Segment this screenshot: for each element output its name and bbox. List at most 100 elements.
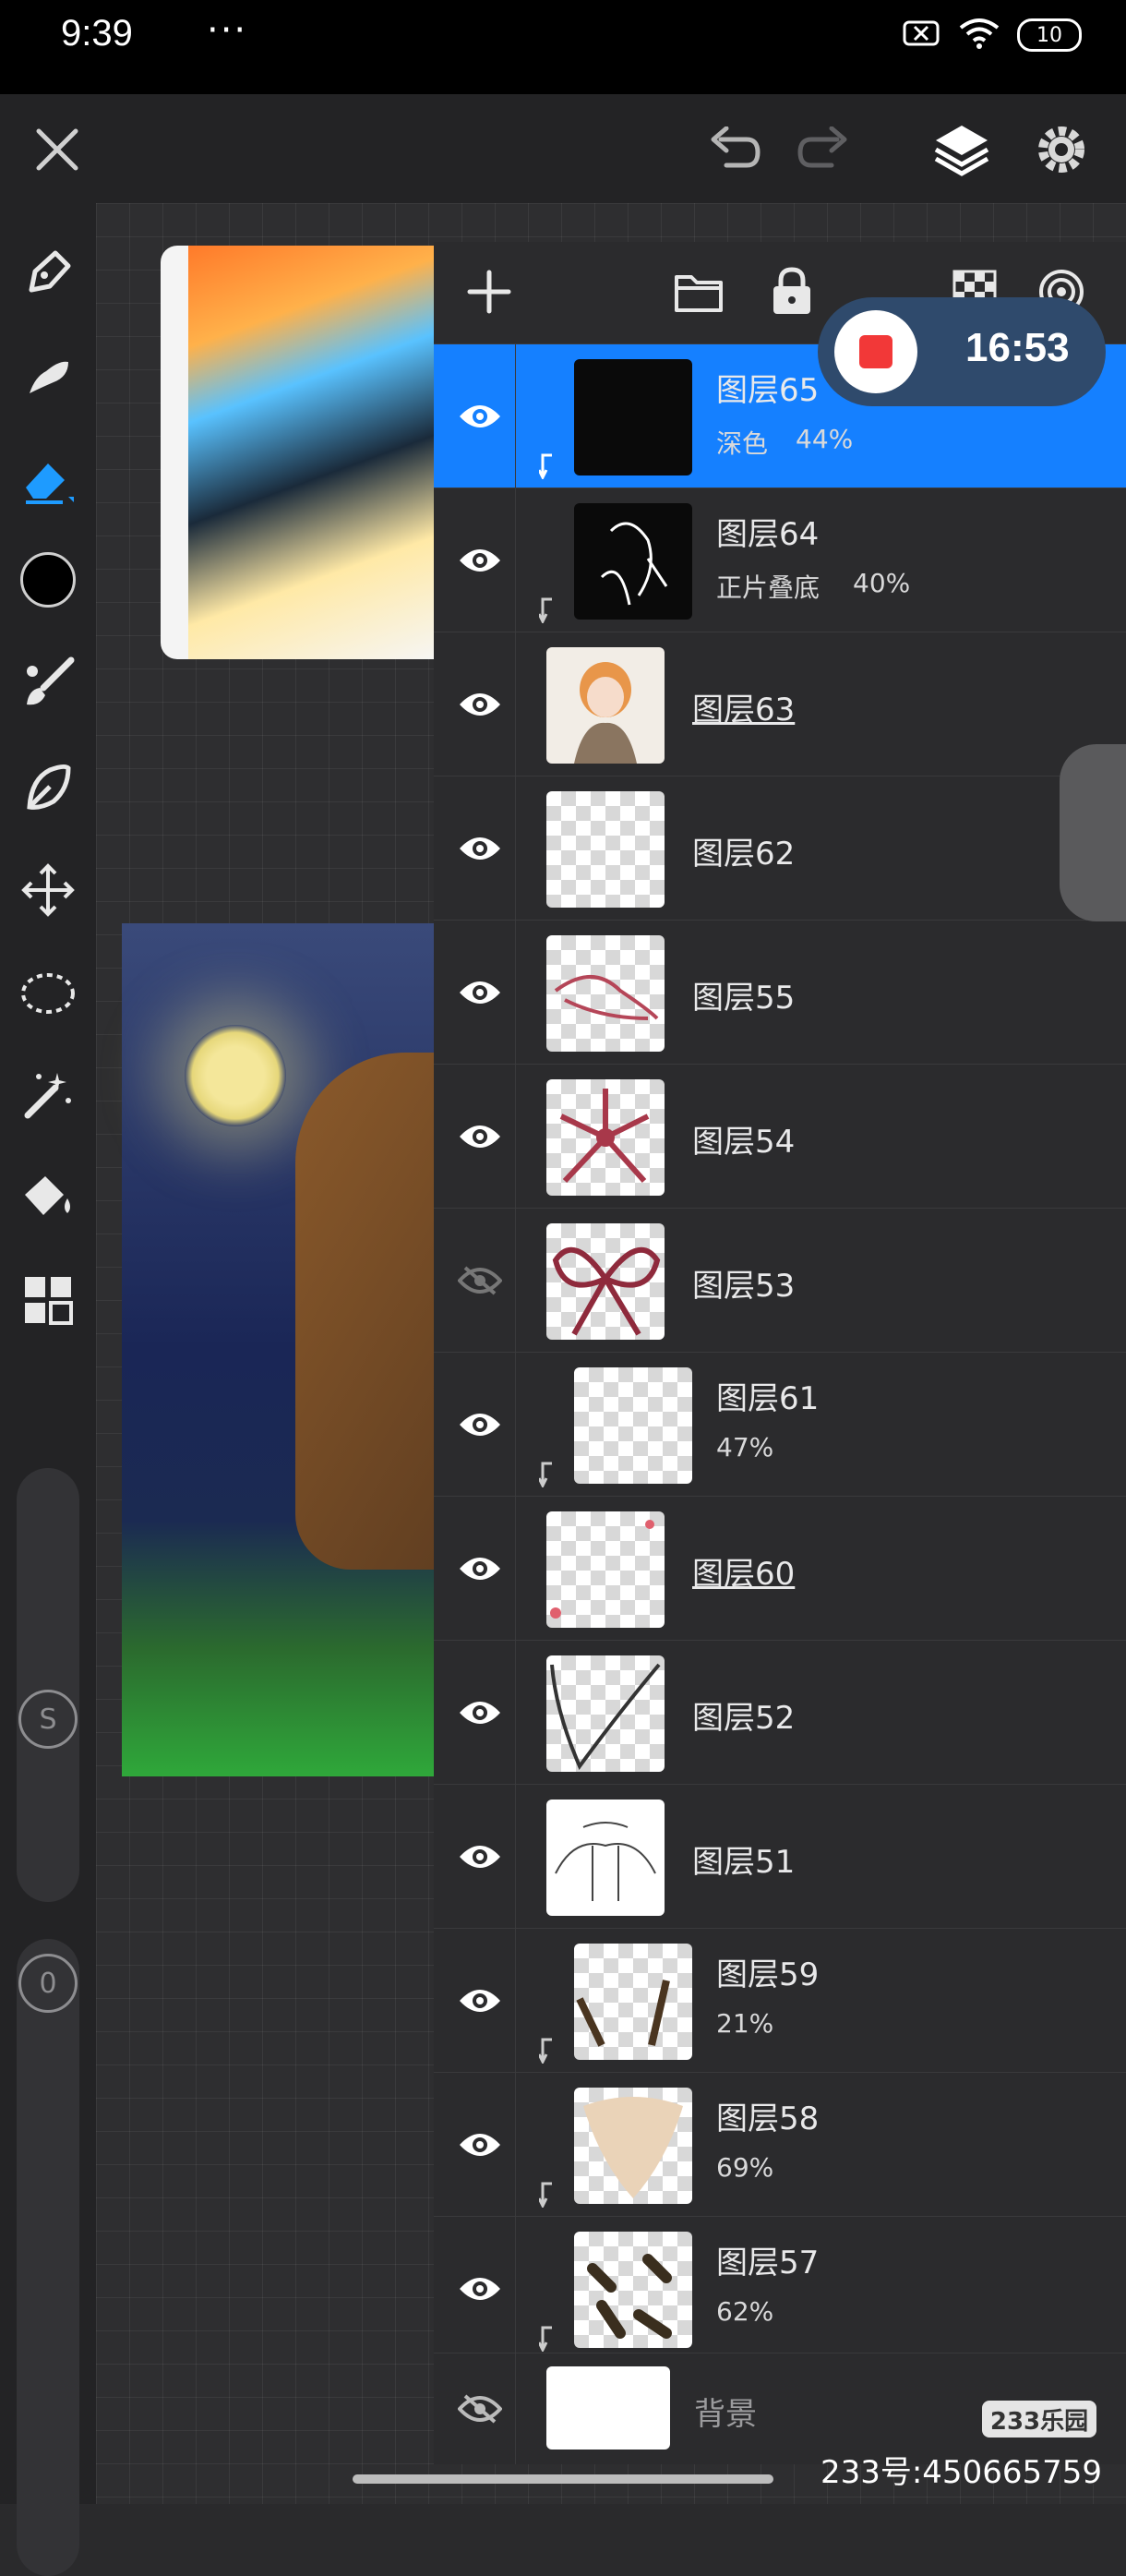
layer-row-63[interactable]: 图层63 bbox=[434, 632, 1126, 776]
eye-hidden-icon[interactable] bbox=[452, 1253, 508, 1308]
layer-row-64[interactable]: 图层64 正片叠底 40% bbox=[434, 488, 1126, 632]
row-divider bbox=[515, 1929, 516, 2073]
blend-brush-tool-icon[interactable] bbox=[15, 650, 81, 716]
eraser-tool-icon[interactable] bbox=[15, 445, 81, 512]
layer-name: 图层53 bbox=[692, 1268, 796, 1305]
lock-icon[interactable] bbox=[764, 262, 820, 319]
add-layer-icon[interactable] bbox=[461, 264, 517, 319]
layer-thumbnail bbox=[574, 503, 692, 620]
more-tools-grid-icon[interactable] bbox=[15, 1267, 81, 1333]
layer-name: 图层62 bbox=[692, 836, 796, 873]
background-thumbnail bbox=[546, 2366, 670, 2450]
layer-thumbnail bbox=[546, 1800, 665, 1916]
layer-thumbnail bbox=[546, 791, 665, 908]
settings-gear-icon[interactable] bbox=[1028, 116, 1095, 183]
eye-visible-icon[interactable] bbox=[452, 821, 508, 876]
layers-icon[interactable] bbox=[928, 116, 995, 183]
eye-visible-icon[interactable] bbox=[452, 1685, 508, 1740]
status-icons: 10 bbox=[901, 17, 1082, 54]
screen-record-widget: 16:53 bbox=[818, 297, 1106, 406]
redo-icon[interactable] bbox=[792, 120, 856, 179]
layer-row-59[interactable]: 图层59 21% bbox=[434, 1928, 1126, 2073]
layer-row-57[interactable]: 图层57 62% bbox=[434, 2216, 1126, 2361]
layer-thumbnail bbox=[574, 359, 692, 475]
record-elapsed-time: 16:53 bbox=[965, 325, 1070, 370]
watermark-badge: 233乐园 bbox=[982, 2401, 1096, 2438]
layer-opacity: 69% bbox=[716, 2152, 774, 2183]
layer-opacity: 44% bbox=[796, 424, 854, 454]
row-divider bbox=[515, 776, 516, 921]
layer-name: 图层61 bbox=[716, 1380, 820, 1417]
lasso-select-tool-icon[interactable] bbox=[15, 960, 81, 1027]
layer-row-52[interactable]: 图层52 bbox=[434, 1640, 1126, 1785]
row-divider bbox=[515, 1497, 516, 1641]
eye-visible-icon[interactable] bbox=[452, 965, 508, 1020]
pen-tool-icon[interactable] bbox=[15, 240, 81, 307]
layer-row-58[interactable]: 图层58 69% bbox=[434, 2072, 1126, 2217]
eye-visible-icon[interactable] bbox=[452, 1973, 508, 2028]
layer-name: 图层51 bbox=[692, 1844, 796, 1881]
layer-blend-mode: 深色 bbox=[716, 428, 769, 459]
undo-icon[interactable] bbox=[701, 120, 766, 179]
eye-visible-icon[interactable] bbox=[452, 1541, 508, 1596]
row-divider bbox=[515, 1065, 516, 1209]
layer-blend-mode: 正片叠底 bbox=[716, 572, 821, 603]
row-divider bbox=[515, 2217, 516, 2361]
eye-visible-icon[interactable] bbox=[452, 1829, 508, 1884]
row-divider bbox=[515, 632, 516, 776]
top-toolbar bbox=[0, 94, 1126, 203]
layer-name: 图层58 bbox=[716, 2101, 820, 2137]
eye-visible-icon[interactable] bbox=[452, 1397, 508, 1452]
folder-icon[interactable] bbox=[670, 264, 727, 319]
layer-thumbnail bbox=[546, 1079, 665, 1196]
eye-visible-icon[interactable] bbox=[452, 2261, 508, 2317]
sim-off-icon bbox=[901, 17, 941, 54]
fill-bucket-tool-icon[interactable] bbox=[15, 1165, 81, 1232]
brush-opacity-slider[interactable] bbox=[17, 1939, 79, 2576]
layer-row-62[interactable]: 图层62 bbox=[434, 776, 1126, 921]
magic-wand-tool-icon[interactable] bbox=[15, 1062, 81, 1128]
layer-row-54[interactable]: 图层54 bbox=[434, 1064, 1126, 1209]
layer-thumbnail bbox=[546, 1655, 665, 1772]
close-icon[interactable] bbox=[28, 120, 87, 179]
row-divider bbox=[515, 2353, 516, 2464]
watermark-id: 233号:450665759 bbox=[820, 2454, 1102, 2491]
eye-visible-icon[interactable] bbox=[452, 389, 508, 444]
stop-record-button[interactable] bbox=[834, 310, 917, 393]
smudge-tool-icon[interactable] bbox=[15, 342, 81, 408]
transform-tool-icon[interactable] bbox=[15, 857, 81, 923]
eye-visible-icon[interactable] bbox=[452, 533, 508, 588]
layer-name: 图层52 bbox=[692, 1700, 796, 1737]
layer-row-53[interactable]: 图层53 bbox=[434, 1208, 1126, 1353]
color-swatch[interactable] bbox=[15, 547, 81, 613]
battery-icon: 10 bbox=[1017, 18, 1082, 52]
clip-arrow-icon bbox=[539, 2326, 552, 2352]
lasso-fill-tool-icon[interactable] bbox=[15, 753, 81, 820]
clip-arrow-icon bbox=[539, 597, 552, 623]
home-indicator[interactable] bbox=[353, 2474, 773, 2484]
layer-thumbnail bbox=[546, 1223, 665, 1340]
layer-name: 图层64 bbox=[716, 516, 820, 553]
layer-row-55[interactable]: 图层55 bbox=[434, 920, 1126, 1065]
row-divider bbox=[515, 1785, 516, 1929]
edge-panel-handle[interactable] bbox=[1060, 744, 1126, 921]
eye-visible-icon[interactable] bbox=[452, 2117, 508, 2173]
brush-opacity-badge: 0 bbox=[18, 1954, 78, 2013]
brush-size-badge: S bbox=[18, 1690, 78, 1749]
clip-arrow-icon bbox=[539, 2038, 552, 2064]
eye-visible-icon[interactable] bbox=[452, 1109, 508, 1164]
layer-row-61[interactable]: 图层61 47% bbox=[434, 1352, 1126, 1497]
layer-name: 图层60 bbox=[692, 1556, 796, 1593]
layer-opacity: 47% bbox=[716, 1432, 774, 1463]
wifi-icon bbox=[958, 17, 1000, 54]
eye-hidden-icon[interactable] bbox=[452, 2381, 508, 2437]
stop-icon bbox=[859, 335, 892, 368]
clip-arrow-icon bbox=[539, 1462, 552, 1487]
layer-thumbnail bbox=[574, 1944, 692, 2060]
layer-opacity: 40% bbox=[853, 568, 911, 598]
eye-visible-icon[interactable] bbox=[452, 677, 508, 732]
layer-name: 图层59 bbox=[716, 1956, 820, 1993]
layer-row-51[interactable]: 图层51 bbox=[434, 1784, 1126, 1929]
brush-size-slider[interactable] bbox=[17, 1468, 79, 1902]
layer-row-60[interactable]: 图层60 bbox=[434, 1496, 1126, 1641]
